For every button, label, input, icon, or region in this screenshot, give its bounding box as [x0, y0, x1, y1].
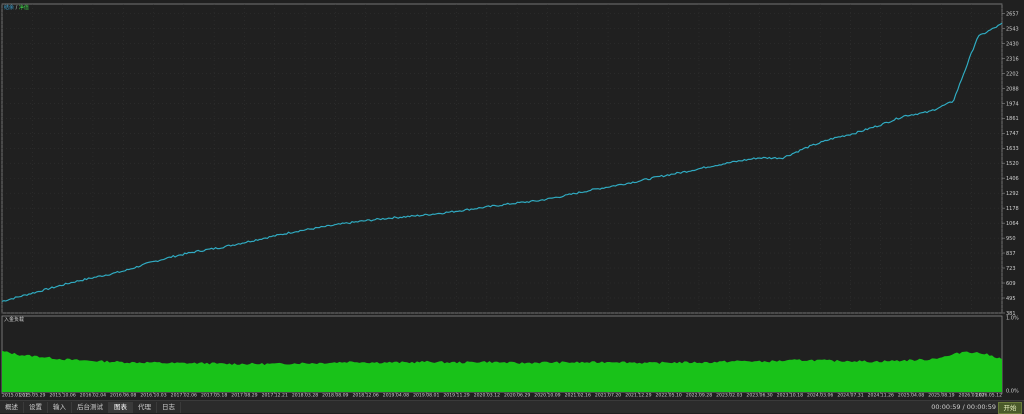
tab-0[interactable]: 概述 — [0, 401, 24, 413]
y-tick-label: 1406 — [1006, 176, 1019, 182]
sub-y-tick-label: 0.0% — [1006, 389, 1019, 395]
x-tick-label: 2023.06.30 — [746, 393, 772, 399]
deposit-load-area — [2, 350, 1002, 392]
start-button[interactable]: 开始 — [998, 402, 1022, 414]
x-tick-label: 2022.05.10 — [656, 393, 682, 399]
y-tick-label: 837 — [1006, 251, 1016, 257]
y-tick-label: 2316 — [1006, 56, 1019, 62]
y-tick-label: 2202 — [1006, 71, 1019, 77]
tab-4[interactable]: 图表 — [109, 401, 133, 413]
y-tick-label: 1633 — [1006, 146, 1019, 152]
x-tick-label: 2021.12.29 — [625, 393, 651, 399]
x-tick-label: 2020.03.12 — [474, 393, 500, 399]
y-tick-label: 2657 — [1006, 11, 1019, 17]
bottom-tab-bar: 概述 设置 输入 后台测试 图表 代理 日志 00:00:59 / 00:00:59 开始 — [0, 400, 1024, 414]
x-tick-label: 2017.02.06 — [171, 393, 197, 399]
x-tick-label: 2023.10.18 — [777, 393, 803, 399]
x-tick-label: 2017.08.29 — [231, 393, 257, 399]
chart-canvas[interactable]: 3814956097238379501064117812921406152016… — [0, 0, 1024, 412]
x-tick-label: 2026.05.12 — [976, 393, 1002, 399]
tab-6[interactable]: 日志 — [157, 401, 181, 413]
x-tick-label: 2020.10.09 — [534, 393, 560, 399]
x-tick-label: 2019.11.29 — [443, 393, 469, 399]
x-tick-label: 2016.10.03 — [140, 393, 166, 399]
x-tick-label: 2021.02.16 — [565, 393, 591, 399]
balance-line — [1, 22, 1003, 302]
y-tick-label: 1520 — [1006, 161, 1019, 167]
y-tick-label: 2543 — [1006, 26, 1019, 32]
x-tick-label: 2017.12.21 — [262, 393, 288, 399]
x-tick-label: 2024.11.26 — [868, 393, 894, 399]
y-tick-label: 723 — [1006, 266, 1016, 272]
y-tick-label: 2430 — [1006, 41, 1019, 47]
equity-line — [1, 22, 1003, 302]
x-tick-label: 2019.08.01 — [413, 393, 439, 399]
x-tick-label: 2017.05.18 — [201, 393, 227, 399]
chart-legend: 结余 / 净值 — [4, 4, 29, 11]
main-panel-frame — [1, 3, 1003, 314]
sub-y-tick-label: 1.0% — [1006, 316, 1019, 322]
y-tick-label: 2088 — [1006, 86, 1019, 92]
tab-1[interactable]: 设置 — [24, 401, 48, 413]
x-tick-label: 2018.12.06 — [352, 393, 378, 399]
x-tick-label: 2024.03.06 — [807, 393, 833, 399]
tab-3[interactable]: 后台测试 — [72, 401, 109, 413]
x-tick-label: 2018.08.09 — [322, 393, 348, 399]
y-tick-label: 1064 — [1006, 221, 1019, 227]
tab-2[interactable]: 输入 — [48, 401, 72, 413]
x-tick-label: 2022.09.28 — [686, 393, 712, 399]
y-tick-label: 495 — [1006, 296, 1016, 302]
legend-balance: 结余 — [4, 5, 15, 11]
y-tick-label: 1861 — [1006, 116, 1019, 122]
x-tick-label: 2025.08.19 — [928, 393, 954, 399]
tab-5[interactable]: 代理 — [133, 401, 157, 413]
chart-window: 381 495 609 723 837 950 1064 1178 1292 1406 1520 16… — [0, 0, 1024, 414]
x-tick-label: 2019.04.08 — [383, 393, 409, 399]
elapsed-timer: 00:00:59 / 00:00:59 — [931, 403, 996, 411]
x-tick-label: 2020.06.29 — [504, 393, 530, 399]
y-tick-label: 1747 — [1006, 131, 1019, 137]
x-tick-label: 2024.07.31 — [837, 393, 863, 399]
x-tick-label: 2015.10.06 — [49, 393, 75, 399]
x-tick-label: 2025.04.08 — [898, 393, 924, 399]
deposit-load-label: 入金负载 — [4, 317, 25, 323]
y-tick-label: 950 — [1006, 236, 1016, 242]
y-tick-label: 1178 — [1006, 206, 1019, 212]
x-tick-label: 2016.02.04 — [80, 393, 106, 399]
x-tick-label: 2018.03.28 — [292, 393, 318, 399]
y-tick-label: 609 — [1006, 281, 1016, 287]
x-tick-label: 2016.06.08 — [110, 393, 136, 399]
x-tick-label: 2021.07.20 — [595, 393, 621, 399]
x-tick-label: 2015.05.29 — [19, 393, 45, 399]
y-tick-label: 1974 — [1006, 101, 1019, 107]
x-tick-label: 2023.02.03 — [716, 393, 742, 399]
legend-equity: 净值 — [18, 5, 29, 11]
y-tick-label: 1292 — [1006, 191, 1019, 197]
